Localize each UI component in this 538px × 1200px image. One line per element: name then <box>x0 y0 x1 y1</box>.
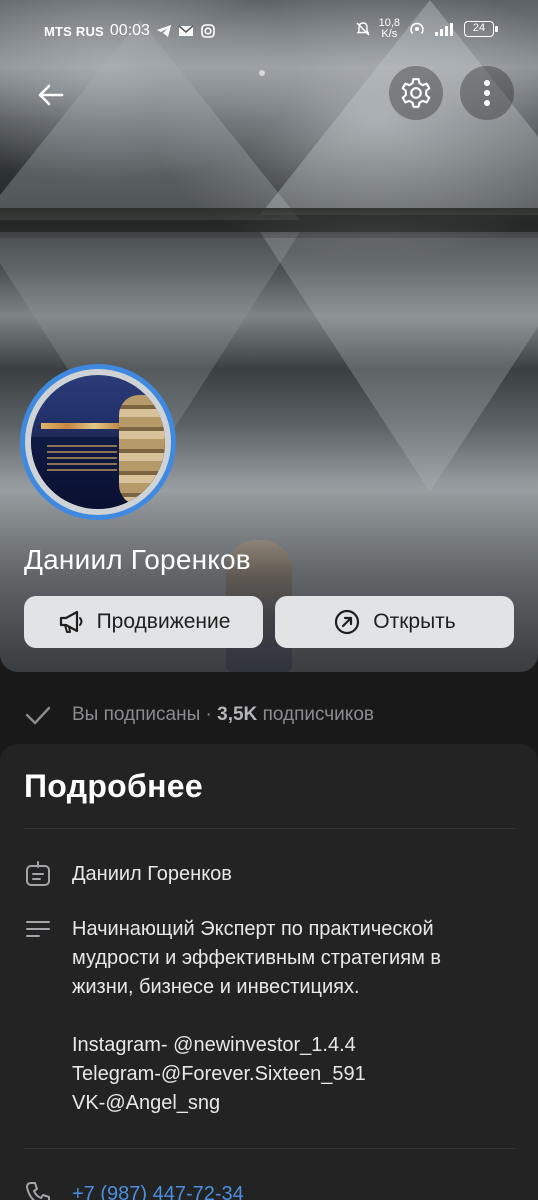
clock: 00:03 <box>109 22 150 39</box>
telegram-icon <box>156 25 171 37</box>
group-profile-screen: MTS RUS 00:03 10,8 K/s 24 Даниил Горенко… <box>0 0 538 1200</box>
avatar-image <box>31 375 165 509</box>
signal-4g-icon <box>435 23 453 36</box>
avatar-frame <box>25 369 171 515</box>
more-options-button[interactable] <box>460 66 514 120</box>
status-right: 10,8 K/s 24 <box>355 18 498 40</box>
back-button[interactable] <box>24 68 78 122</box>
instagram-icon <box>201 24 215 38</box>
social-line-vk: VK-@Angel_sng <box>72 1092 221 1114</box>
phone-link[interactable]: +7 (987) 447-72-34 <box>72 1180 244 1200</box>
subscriber-count-label: подписчиков <box>262 704 374 725</box>
gear-icon <box>401 78 431 108</box>
details-description: Начинающий Эксперт по практической мудро… <box>72 915 441 1118</box>
mountain-reflection <box>260 232 538 492</box>
avatar[interactable] <box>20 364 176 520</box>
arrow-left-icon <box>38 84 64 106</box>
profile-name: Даниил Горенков <box>24 544 251 575</box>
arrow-up-right-circle-icon <box>335 609 360 635</box>
phone-icon <box>26 1182 50 1200</box>
hotspot-icon <box>410 22 424 34</box>
open-button[interactable]: Открыть <box>275 596 514 648</box>
social-line-instagram: Instagram- @newinvestor_1.4.4 <box>72 1034 356 1056</box>
divider <box>24 1148 515 1149</box>
speed-unit: K/s <box>381 28 398 40</box>
description-line: мудрости и эффективным стратегиям в <box>72 947 441 969</box>
subscribed-label: Вы подписаны · <box>72 704 212 725</box>
avatar-banknote-roll <box>119 395 165 505</box>
battery-indicator: 24 <box>464 21 498 37</box>
status-bar: MTS RUS 00:03 10,8 K/s 24 <box>0 18 538 48</box>
description-line: жизни, бизнесе и инвестициях. <box>72 976 360 998</box>
network-speed: 10,8 K/s <box>379 18 400 40</box>
checkmark-icon <box>25 706 51 725</box>
promotion-button[interactable]: Продвижение <box>24 596 263 648</box>
megaphone-icon <box>59 610 83 633</box>
subscriber-count: 3,5K <box>217 704 258 725</box>
divider <box>24 828 515 829</box>
avatar-city-lights <box>41 423 121 429</box>
social-line-telegram: Telegram-@Forever.Sixteen_591 <box>72 1063 366 1085</box>
shoreline <box>0 208 538 238</box>
text-lines-icon <box>26 921 50 937</box>
carrier-label: MTS RUS <box>44 23 104 39</box>
bell-muted-icon <box>356 22 370 36</box>
vertical-dots-icon <box>484 80 490 106</box>
subscription-text: Вы подписаны · 3,5K подписчиков <box>72 704 374 726</box>
profile-card-icon <box>26 861 50 886</box>
status-left: MTS RUS 00:03 <box>44 22 216 40</box>
subscription-status[interactable]: Вы подписаны · 3,5K подписчиков <box>24 700 374 730</box>
open-button-label: Открыть <box>373 610 456 633</box>
mail-icon <box>178 25 194 36</box>
settings-button[interactable] <box>389 66 443 120</box>
description-line: Начинающий Эксперт по практической <box>72 918 434 940</box>
promotion-button-label: Продвижение <box>96 610 231 633</box>
cover-pager-dot <box>259 70 265 76</box>
details-title: Подробнее <box>24 768 203 804</box>
details-name: Даниил Горенков <box>72 863 232 885</box>
